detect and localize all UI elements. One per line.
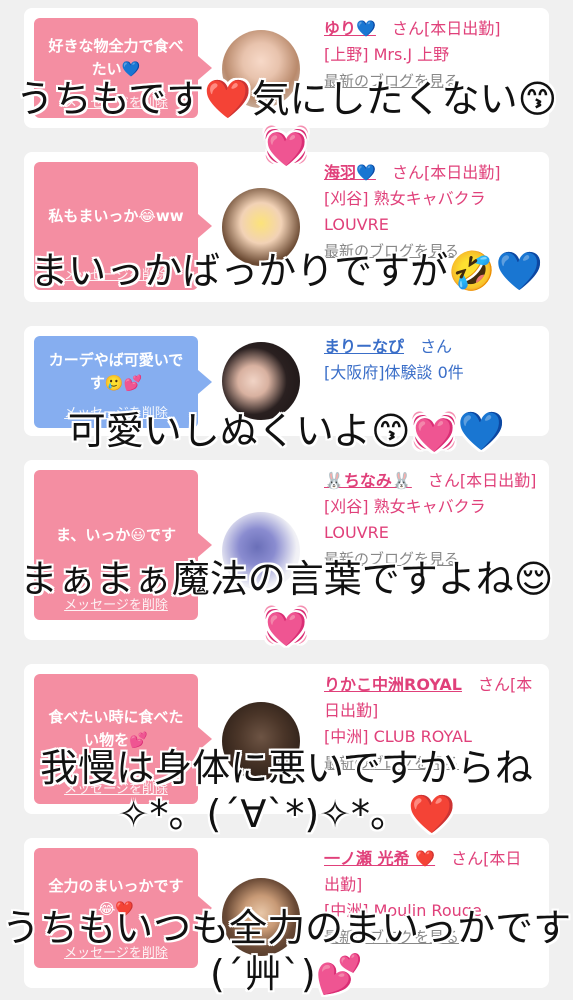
reply-overlay-3: 可愛いしぬくいよ😙💓💙 [67, 409, 506, 453]
user-name-link[interactable]: ゆり💙 [324, 19, 376, 38]
shop-label[interactable]: [上野] Mrs.J 上野 [324, 42, 537, 68]
reply-overlay-1: うちもです❤️気にしたくない😙💓 [15, 77, 558, 167]
reply-overlay-6: うちもいつも全力のまいっかです(´艸`)💕 [1, 906, 572, 996]
message-text: カーデやば可愛いです🥲💕 [48, 351, 184, 392]
user-name-link[interactable]: まりーなぴ [324, 337, 404, 356]
reply-overlay-2: まいっかばっかりですが🤣💙 [30, 249, 543, 293]
san-label: さん [478, 675, 511, 694]
user-name-link[interactable]: 一ノ瀬 光希 ❤️ [324, 849, 435, 868]
reply-overlay-4: まぁまぁ魔法の言葉ですよね😌💓 [19, 557, 554, 647]
reply-overlay-5: 我慢は身体に悪いですからね✧*。(´∀`*)✧*。❤️ [40, 746, 533, 836]
shop-label[interactable]: [刈谷] 熟女キャバクラ LOUVRE [324, 494, 537, 546]
user-name-link[interactable]: 🐰ちなみ🐰 [324, 471, 412, 490]
san-label: さん [420, 337, 453, 356]
message-text: 私もまいっか😂ww [48, 206, 184, 225]
message-text: 好きな物全力で食べたい💙 [48, 37, 184, 78]
shop-label[interactable]: [刈谷] 熟女キャバクラ LOUVRE [324, 186, 537, 238]
san-label: さん [427, 471, 460, 490]
status-label: [本日出勤] [423, 19, 501, 38]
status-label: [本日出勤] [459, 471, 537, 490]
user-name-link[interactable]: りかこ中洲ROYAL [324, 675, 462, 694]
san-label: さん [451, 849, 484, 868]
message-text: ま、いっか😃です [55, 525, 177, 544]
shop-label[interactable]: [大阪府]体験談 0件 [324, 360, 537, 386]
san-label: さん [391, 19, 424, 38]
